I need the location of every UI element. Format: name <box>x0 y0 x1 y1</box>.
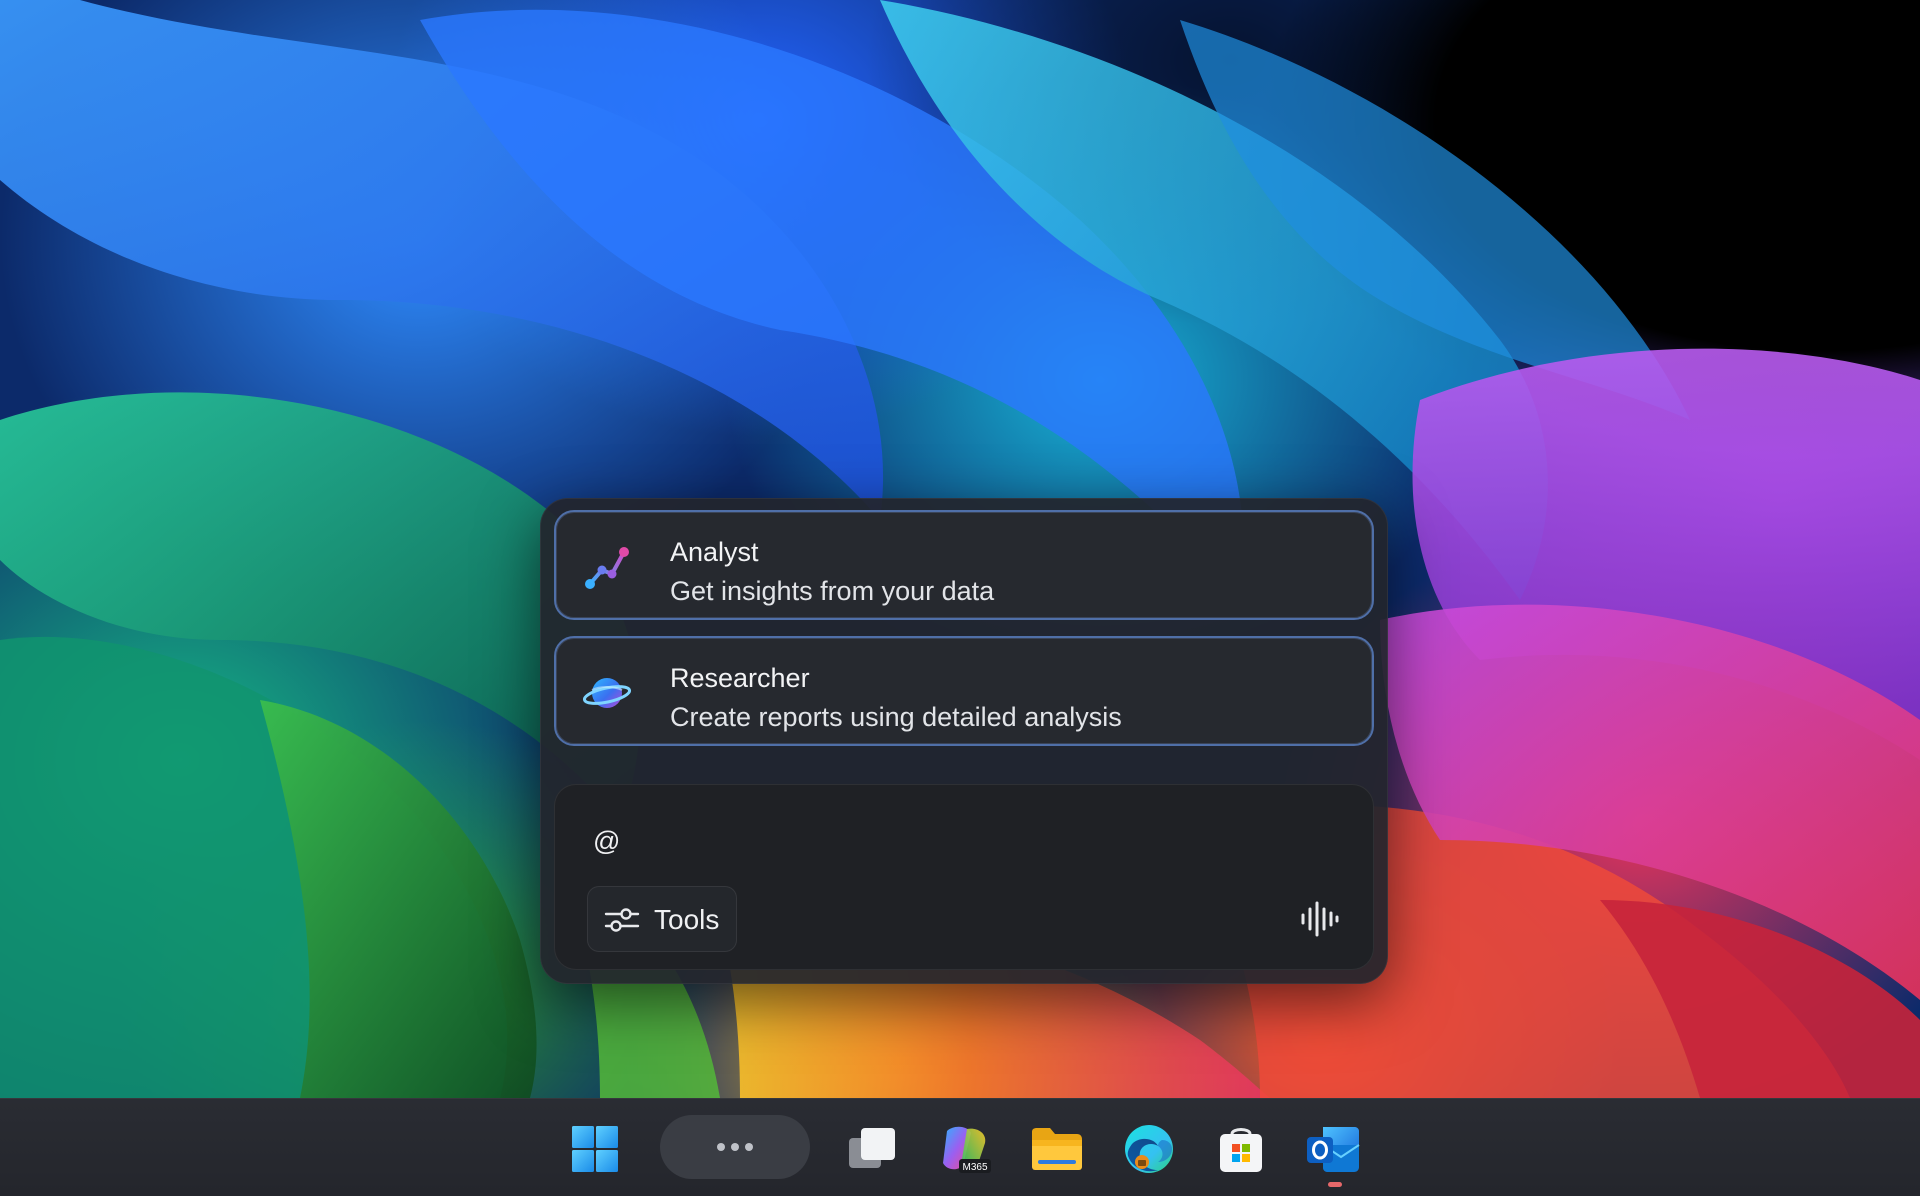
researcher-planet-icon <box>582 678 632 708</box>
outlook-icon <box>1307 1127 1360 1172</box>
windows-logo-icon <box>572 1126 618 1172</box>
m365-badge: M365 <box>962 1162 987 1173</box>
copilot-popup: Analyst Get insights from your data Rese… <box>540 498 1388 984</box>
prompt-input[interactable] <box>593 821 1293 861</box>
m365-copilot-icon: M365 <box>943 1126 991 1173</box>
voice-waveform-icon[interactable] <box>1295 895 1343 943</box>
edge-button[interactable] <box>1119 1119 1179 1179</box>
agent-option-researcher[interactable]: Researcher Create reports using detailed… <box>554 636 1374 746</box>
tools-label: Tools <box>654 904 720 935</box>
store-bag-icon <box>1220 1128 1262 1172</box>
agent-title: Researcher <box>670 663 810 693</box>
taskbar-search-pill[interactable] <box>660 1115 810 1179</box>
outlook-button[interactable] <box>1303 1119 1363 1179</box>
start-button[interactable] <box>565 1119 625 1179</box>
analyst-chart-icon <box>585 547 629 589</box>
tools-button[interactable]: Tools <box>587 886 737 952</box>
taskbar: M365 <box>0 1098 1920 1196</box>
running-indicator <box>1328 1182 1342 1187</box>
sliders-icon <box>604 908 640 932</box>
task-view-icon <box>849 1128 895 1168</box>
agent-option-analyst[interactable]: Analyst Get insights from your data <box>554 510 1374 620</box>
compose-box: Tools <box>554 784 1374 970</box>
task-view-button[interactable] <box>842 1119 902 1179</box>
file-explorer-button[interactable] <box>1027 1119 1087 1179</box>
agent-description: Get insights from your data <box>670 576 995 606</box>
agent-description: Create reports using detailed analysis <box>670 702 1122 732</box>
m365-copilot-button[interactable]: M365 <box>935 1119 995 1179</box>
agent-title: Analyst <box>670 537 759 567</box>
edge-browser-icon <box>1125 1125 1173 1173</box>
folder-icon <box>1032 1128 1082 1170</box>
store-button[interactable] <box>1211 1119 1271 1179</box>
